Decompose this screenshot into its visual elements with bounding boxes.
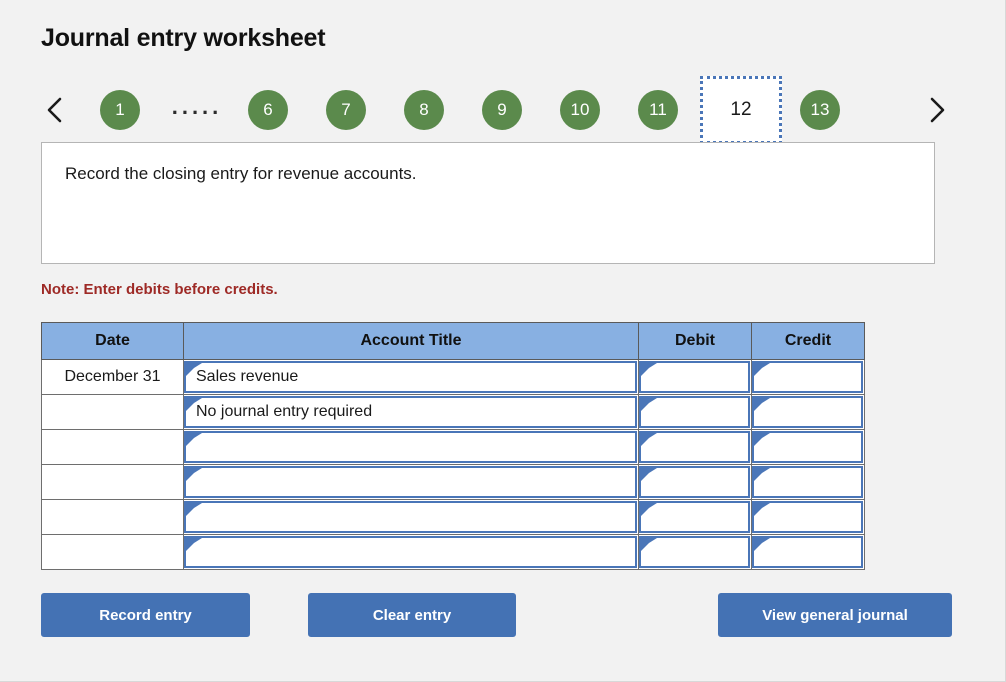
debit-field-cell xyxy=(638,359,752,395)
dropdown-triangle-icon xyxy=(641,468,657,481)
step-button-6[interactable]: 6 xyxy=(248,90,288,130)
debits-before-credits-note: Note: Enter debits before credits. xyxy=(41,281,278,298)
table-row xyxy=(41,429,865,465)
debit-field[interactable] xyxy=(639,431,750,463)
credit-field-cell xyxy=(751,464,865,500)
dropdown-triangle-icon xyxy=(641,433,657,446)
date-cell[interactable]: December 31 xyxy=(41,359,184,395)
debit-field-cell xyxy=(638,429,752,465)
column-header-date: Date xyxy=(41,322,184,360)
table-row: December 31 Sales revenue xyxy=(41,359,865,395)
step-button-9[interactable]: 9 xyxy=(482,90,522,130)
table-row xyxy=(41,499,865,535)
column-header-credit: Credit xyxy=(751,322,865,360)
chevron-right-icon[interactable] xyxy=(920,76,954,144)
dropdown-triangle-icon xyxy=(754,398,770,411)
debit-field-cell xyxy=(638,394,752,430)
credit-field-cell xyxy=(751,534,865,570)
dropdown-triangle-icon xyxy=(641,503,657,516)
step-button-12[interactable]: 12 xyxy=(700,76,782,144)
credit-field[interactable] xyxy=(752,361,863,393)
credit-field-cell xyxy=(751,394,865,430)
record-entry-button[interactable]: Record entry xyxy=(41,593,250,637)
table-row xyxy=(41,534,865,570)
instruction-text: Record the closing entry for revenue acc… xyxy=(65,164,417,183)
debit-field[interactable] xyxy=(639,396,750,428)
credit-field[interactable] xyxy=(752,501,863,533)
account-title-field-value: No journal entry required xyxy=(196,403,373,420)
account-title-field[interactable]: No journal entry required xyxy=(184,396,637,428)
dropdown-triangle-icon xyxy=(186,468,202,481)
credit-field-cell xyxy=(751,359,865,395)
credit-field[interactable] xyxy=(752,466,863,498)
account-title-field-cell xyxy=(183,464,639,500)
account-title-field-value: Sales revenue xyxy=(196,368,299,385)
dropdown-triangle-icon xyxy=(186,538,202,551)
dropdown-triangle-icon xyxy=(754,538,770,551)
dropdown-triangle-icon xyxy=(186,433,202,446)
page-title: Journal entry worksheet xyxy=(41,24,326,52)
column-header-account: Account Title xyxy=(183,322,639,360)
credit-field[interactable] xyxy=(752,396,863,428)
date-cell[interactable] xyxy=(41,429,184,465)
journal-entry-worksheet-page: Journal entry worksheet 1..... 6 7 8 9 10 11 12… xyxy=(0,0,1006,682)
step-button-10[interactable]: 10 xyxy=(560,90,600,130)
account-title-field-cell: Sales revenue xyxy=(183,359,639,395)
credit-field[interactable] xyxy=(752,431,863,463)
step-button-7[interactable]: 7 xyxy=(326,90,366,130)
dropdown-triangle-icon xyxy=(641,538,657,551)
debit-field-cell xyxy=(638,464,752,500)
step-button-11[interactable]: 11 xyxy=(638,90,678,130)
credit-field-cell xyxy=(751,499,865,535)
table-row: No journal entry required xyxy=(41,394,865,430)
step-button-13[interactable]: 13 xyxy=(800,90,840,130)
journal-entry-table: Date Account Title Debit Credit December… xyxy=(41,322,865,570)
step-list: 1..... 6 7 8 9 10 11 12 13 xyxy=(100,76,878,144)
view-general-journal-button[interactable]: View general journal xyxy=(718,593,952,637)
column-header-debit: Debit xyxy=(638,322,752,360)
dropdown-triangle-icon xyxy=(754,433,770,446)
account-title-field[interactable] xyxy=(184,431,637,463)
dropdown-triangle-icon xyxy=(641,398,657,411)
debit-field[interactable] xyxy=(639,466,750,498)
debit-field-cell xyxy=(638,534,752,570)
credit-field[interactable] xyxy=(752,536,863,568)
dropdown-triangle-icon xyxy=(186,503,202,516)
dropdown-triangle-icon xyxy=(641,363,657,376)
date-cell[interactable] xyxy=(41,534,184,570)
instruction-panel: Record the closing entry for revenue acc… xyxy=(41,142,935,264)
account-title-field-cell xyxy=(183,429,639,465)
account-title-field[interactable] xyxy=(184,536,637,568)
account-title-field-cell xyxy=(183,534,639,570)
account-title-field-cell xyxy=(183,499,639,535)
date-cell[interactable] xyxy=(41,499,184,535)
table-header-row: Date Account Title Debit Credit xyxy=(41,322,865,360)
step-navigation: 1..... 6 7 8 9 10 11 12 13 xyxy=(38,76,958,144)
debit-field-cell xyxy=(638,499,752,535)
step-button-8[interactable]: 8 xyxy=(404,90,444,130)
debit-field[interactable] xyxy=(639,361,750,393)
account-title-field-cell: No journal entry required xyxy=(183,394,639,430)
date-cell[interactable] xyxy=(41,464,184,500)
dropdown-triangle-icon xyxy=(186,398,202,411)
step-ellipsis: ..... xyxy=(171,94,223,119)
date-cell[interactable] xyxy=(41,394,184,430)
dropdown-triangle-icon xyxy=(186,363,202,376)
clear-entry-button[interactable]: Clear entry xyxy=(308,593,516,637)
dropdown-triangle-icon xyxy=(754,468,770,481)
account-title-field[interactable] xyxy=(184,466,637,498)
journal-table-body: December 31 Sales revenue No journal entry… xyxy=(41,359,865,570)
account-title-field[interactable] xyxy=(184,501,637,533)
credit-field-cell xyxy=(751,429,865,465)
table-row xyxy=(41,464,865,500)
account-title-field[interactable]: Sales revenue xyxy=(184,361,637,393)
dropdown-triangle-icon xyxy=(754,503,770,516)
debit-field[interactable] xyxy=(639,536,750,568)
chevron-left-icon[interactable] xyxy=(38,76,72,144)
dropdown-triangle-icon xyxy=(754,363,770,376)
debit-field[interactable] xyxy=(639,501,750,533)
step-button-1[interactable]: 1 xyxy=(100,90,140,130)
